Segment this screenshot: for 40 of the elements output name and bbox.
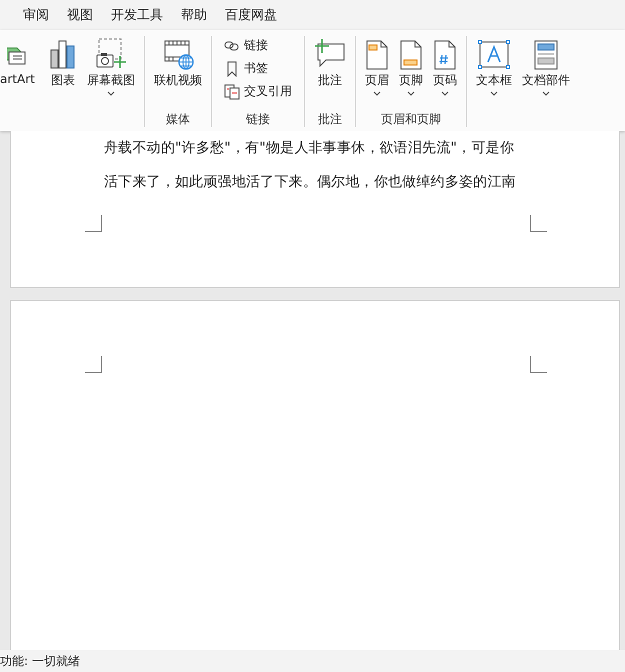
ribbon-small-button[interactable]: 交叉引用 [222,82,294,101]
document-parts-icon [534,40,558,70]
ribbon-button[interactable]: 批注 [308,36,351,111]
text-box-icon [478,40,510,70]
chain-icon [224,38,240,52]
group-label: 链接 [244,111,271,127]
camera-icon [94,38,127,70]
ribbon-button[interactable]: 文档部件 [516,36,575,111]
ribbon-button[interactable]: 联机视频 [148,36,207,111]
menu-tab[interactable]: 审阅 [14,6,58,24]
ribbon-button[interactable]: 屏幕截图 [82,36,140,111]
margin-corner-mark [530,215,547,232]
ribbon-small-button[interactable]: 链接 [222,36,294,55]
bar-chart-icon [48,38,77,70]
ribbon-button[interactable]: 页码 [428,36,462,111]
menu-tab[interactable]: 帮助 [172,6,216,24]
menu-tab[interactable]: 视图 [58,6,102,24]
paragraph-line: 活下来了，如此顽强地活了下来。偶尔地，你也做绰约多姿的江南 [104,173,517,192]
cross-reference-icon [224,84,240,100]
ribbon-button[interactable]: 页脚 [394,36,428,111]
paragraph-line: 舟载不动的"许多愁"，有"物是人非事事休，欲语泪先流"，可是你 [104,139,515,158]
comment-icon [314,38,346,70]
page-footer-icon [398,40,423,70]
margin-corner-mark [85,356,102,373]
ribbon-button[interactable]: 图表 [44,36,82,111]
group-label: 页眉和页脚 [380,111,442,127]
margin-corner-mark [85,215,102,232]
status-text: 功能: 一切就绪 [0,652,80,670]
menu-tab[interactable]: 开发工具 [102,6,172,24]
menu-tab[interactable]: 百度网盘 [216,6,286,24]
video-globe-icon [162,38,194,70]
ribbon-button[interactable]: 页眉 [360,36,394,111]
page-number-icon [432,40,457,70]
page-header-icon [364,40,389,70]
ribbon-button[interactable]: 文本框 [470,36,517,111]
margin-corner-mark [530,356,547,373]
group-label: 批注 [316,111,343,127]
ribbon-small-button[interactable]: 书签 [222,59,294,78]
group-label: 媒体 [164,111,191,127]
ribbon-button[interactable]: artArt [0,36,40,111]
